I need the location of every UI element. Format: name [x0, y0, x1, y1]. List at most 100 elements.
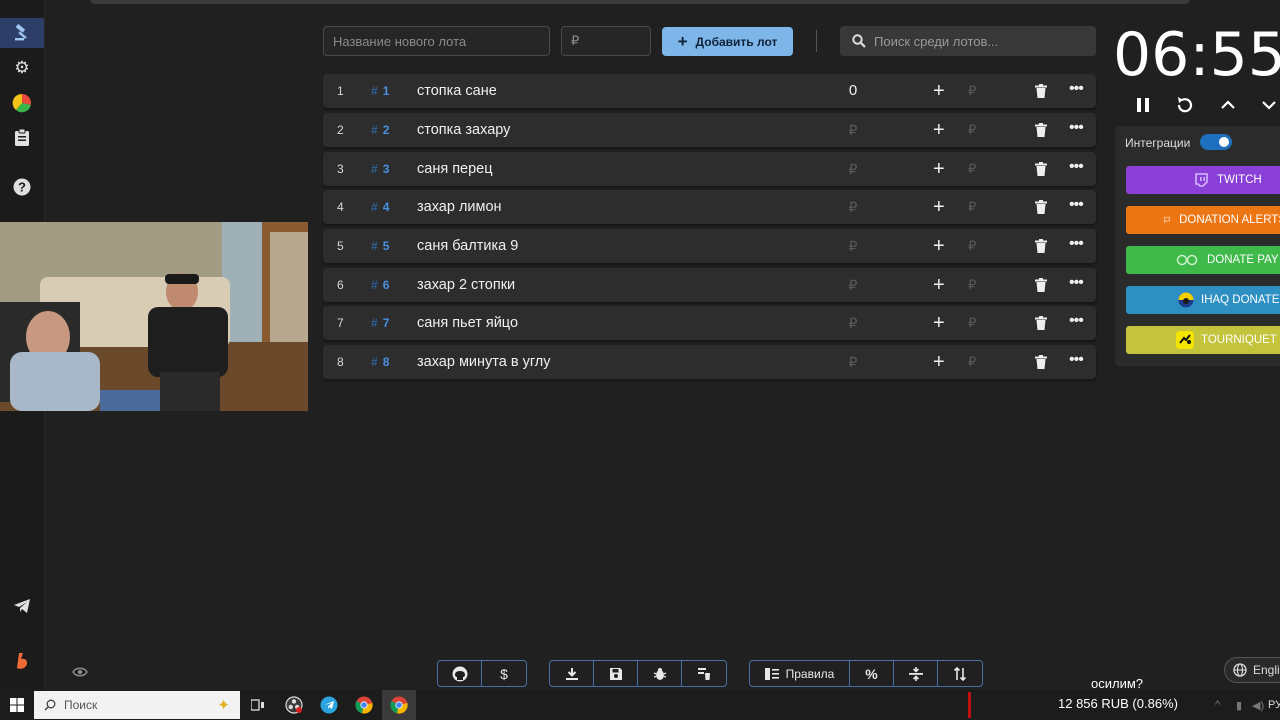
pause-icon[interactable] [1130, 92, 1156, 118]
lot-fast-id[interactable]: #4 [371, 190, 389, 224]
lot-amount[interactable]: ₽ [843, 306, 863, 340]
new-lot-amount-input[interactable]: ₽ [561, 26, 651, 56]
lot-amount[interactable]: ₽ [843, 113, 863, 147]
lot-amount[interactable]: ₽ [843, 268, 863, 302]
donate-pay-button[interactable]: DONATE PAY [1126, 246, 1280, 274]
lot-fast-id[interactable]: #6 [371, 268, 389, 302]
more-icon[interactable]: ••• [1069, 345, 1084, 375]
chevron-down-icon[interactable] [1256, 92, 1280, 118]
download-icon[interactable] [550, 661, 594, 686]
donate-dollar-button[interactable]: $ [482, 661, 526, 686]
add-amount-button[interactable]: + [933, 113, 945, 147]
more-icon[interactable]: ••• [1069, 74, 1084, 104]
trash-icon[interactable] [1035, 316, 1047, 335]
windows-start-icon[interactable] [0, 690, 34, 720]
lot-amount[interactable]: ₽ [843, 152, 863, 186]
amount-input[interactable]: ₽ [968, 306, 976, 340]
lot-name[interactable]: саня балтика 9 [417, 229, 518, 263]
settings-gear-icon[interactable]: ⚙ [0, 53, 44, 83]
lot-search-input[interactable]: Поиск среди лотов... [840, 26, 1096, 56]
compress-icon[interactable] [894, 661, 938, 686]
more-icon[interactable]: ••• [1069, 229, 1084, 259]
reset-icon[interactable] [1172, 92, 1198, 118]
lot-fast-id[interactable]: #1 [371, 74, 389, 108]
help-icon[interactable]: ? [0, 172, 44, 202]
lot-fast-id[interactable]: #8 [371, 345, 389, 379]
lot-name[interactable]: захар 2 стопки [417, 268, 515, 302]
lot-fast-id[interactable]: #3 [371, 152, 389, 186]
clear-list-icon[interactable] [682, 661, 726, 686]
tray-chevron-icon[interactable]: ^ [1215, 699, 1220, 711]
more-icon[interactable]: ••• [1069, 306, 1084, 336]
lot-name[interactable]: саня перец [417, 152, 493, 186]
trash-icon[interactable] [1035, 123, 1047, 142]
microphone-icon[interactable]: ▮ [1236, 699, 1242, 712]
add-amount-button[interactable]: + [933, 345, 945, 379]
chrome-icon[interactable] [347, 690, 381, 720]
trash-icon[interactable] [1035, 200, 1047, 219]
new-lot-name-input[interactable]: Название нового лота [323, 26, 550, 56]
lot-name[interactable]: стопка сане [417, 74, 497, 108]
trash-icon[interactable] [1035, 355, 1047, 374]
amount-input[interactable]: ₽ [968, 74, 976, 108]
integrations-toggle[interactable] [1200, 134, 1232, 150]
lot-amount[interactable]: ₽ [843, 190, 863, 224]
lot-amount[interactable]: ₽ [843, 229, 863, 263]
more-icon[interactable]: ••• [1069, 190, 1084, 220]
language-button[interactable]: English [1224, 657, 1280, 683]
clipboard-icon[interactable] [0, 122, 44, 152]
add-amount-button[interactable]: + [933, 268, 945, 302]
lot-name[interactable]: саня пьет яйцо [417, 306, 518, 340]
eye-icon[interactable] [72, 664, 88, 680]
chrome-active-icon[interactable] [382, 690, 416, 720]
amount-input[interactable]: ₽ [968, 190, 976, 224]
task-view-icon[interactable] [241, 690, 275, 720]
tourniquet-button[interactable]: TOURNIQUET [1126, 326, 1280, 354]
twitch-button[interactable]: TWITCH [1126, 166, 1280, 194]
bug-icon[interactable] [638, 661, 682, 686]
add-amount-button[interactable]: + [933, 306, 945, 340]
amount-input[interactable]: ₽ [968, 113, 976, 147]
wheel-chart-icon[interactable] [0, 88, 44, 118]
more-icon[interactable]: ••• [1069, 268, 1084, 298]
telegram-taskbar-icon[interactable] [312, 690, 346, 720]
taskbar-search[interactable]: Поиск ✦ [34, 691, 240, 719]
trash-icon[interactable] [1035, 278, 1047, 297]
trash-icon[interactable] [1035, 239, 1047, 258]
lot-name[interactable]: захар минута в углу [417, 345, 551, 379]
lot-fast-id[interactable]: #7 [371, 306, 389, 340]
boosty-icon[interactable] [0, 646, 44, 676]
add-amount-button[interactable]: + [933, 152, 945, 186]
sort-icon[interactable] [938, 661, 982, 686]
lot-fast-id[interactable]: #2 [371, 113, 389, 147]
chevron-up-icon[interactable] [1215, 92, 1241, 118]
add-lot-button[interactable]: + Добавить лот [662, 27, 793, 56]
add-amount-button[interactable]: + [933, 229, 945, 263]
obs-icon[interactable] [277, 690, 311, 720]
add-amount-button[interactable]: + [933, 190, 945, 224]
more-icon[interactable]: ••• [1069, 152, 1084, 182]
tray-language[interactable]: РУ [1268, 699, 1280, 711]
auction-hammer-icon[interactable] [0, 18, 44, 48]
percent-button[interactable]: % [850, 661, 894, 686]
lot-name[interactable]: стопка захару [417, 113, 510, 147]
more-icon[interactable]: ••• [1069, 113, 1084, 143]
rules-button[interactable]: Правила [750, 661, 850, 686]
lot-name[interactable]: захар лимон [417, 190, 502, 224]
save-icon[interactable] [594, 661, 638, 686]
lot-fast-id[interactable]: #5 [371, 229, 389, 263]
telegram-icon[interactable] [0, 591, 44, 621]
ihaq-donate-button[interactable]: IHAQ DONATE [1126, 286, 1280, 314]
volume-icon[interactable]: ◀) [1252, 699, 1264, 712]
add-amount-button[interactable]: + [933, 74, 945, 108]
trash-icon[interactable] [1035, 162, 1047, 181]
donation-alerts-button[interactable]: DONATION ALERTS [1126, 206, 1280, 234]
amount-input[interactable]: ₽ [968, 345, 976, 379]
lot-amount[interactable]: ₽ [843, 345, 863, 379]
amount-input[interactable]: ₽ [968, 152, 976, 186]
github-button[interactable] [438, 661, 482, 686]
trash-icon[interactable] [1035, 84, 1047, 103]
lot-amount[interactable]: 0 [843, 74, 863, 108]
amount-input[interactable]: ₽ [968, 229, 976, 263]
amount-input[interactable]: ₽ [968, 268, 976, 302]
